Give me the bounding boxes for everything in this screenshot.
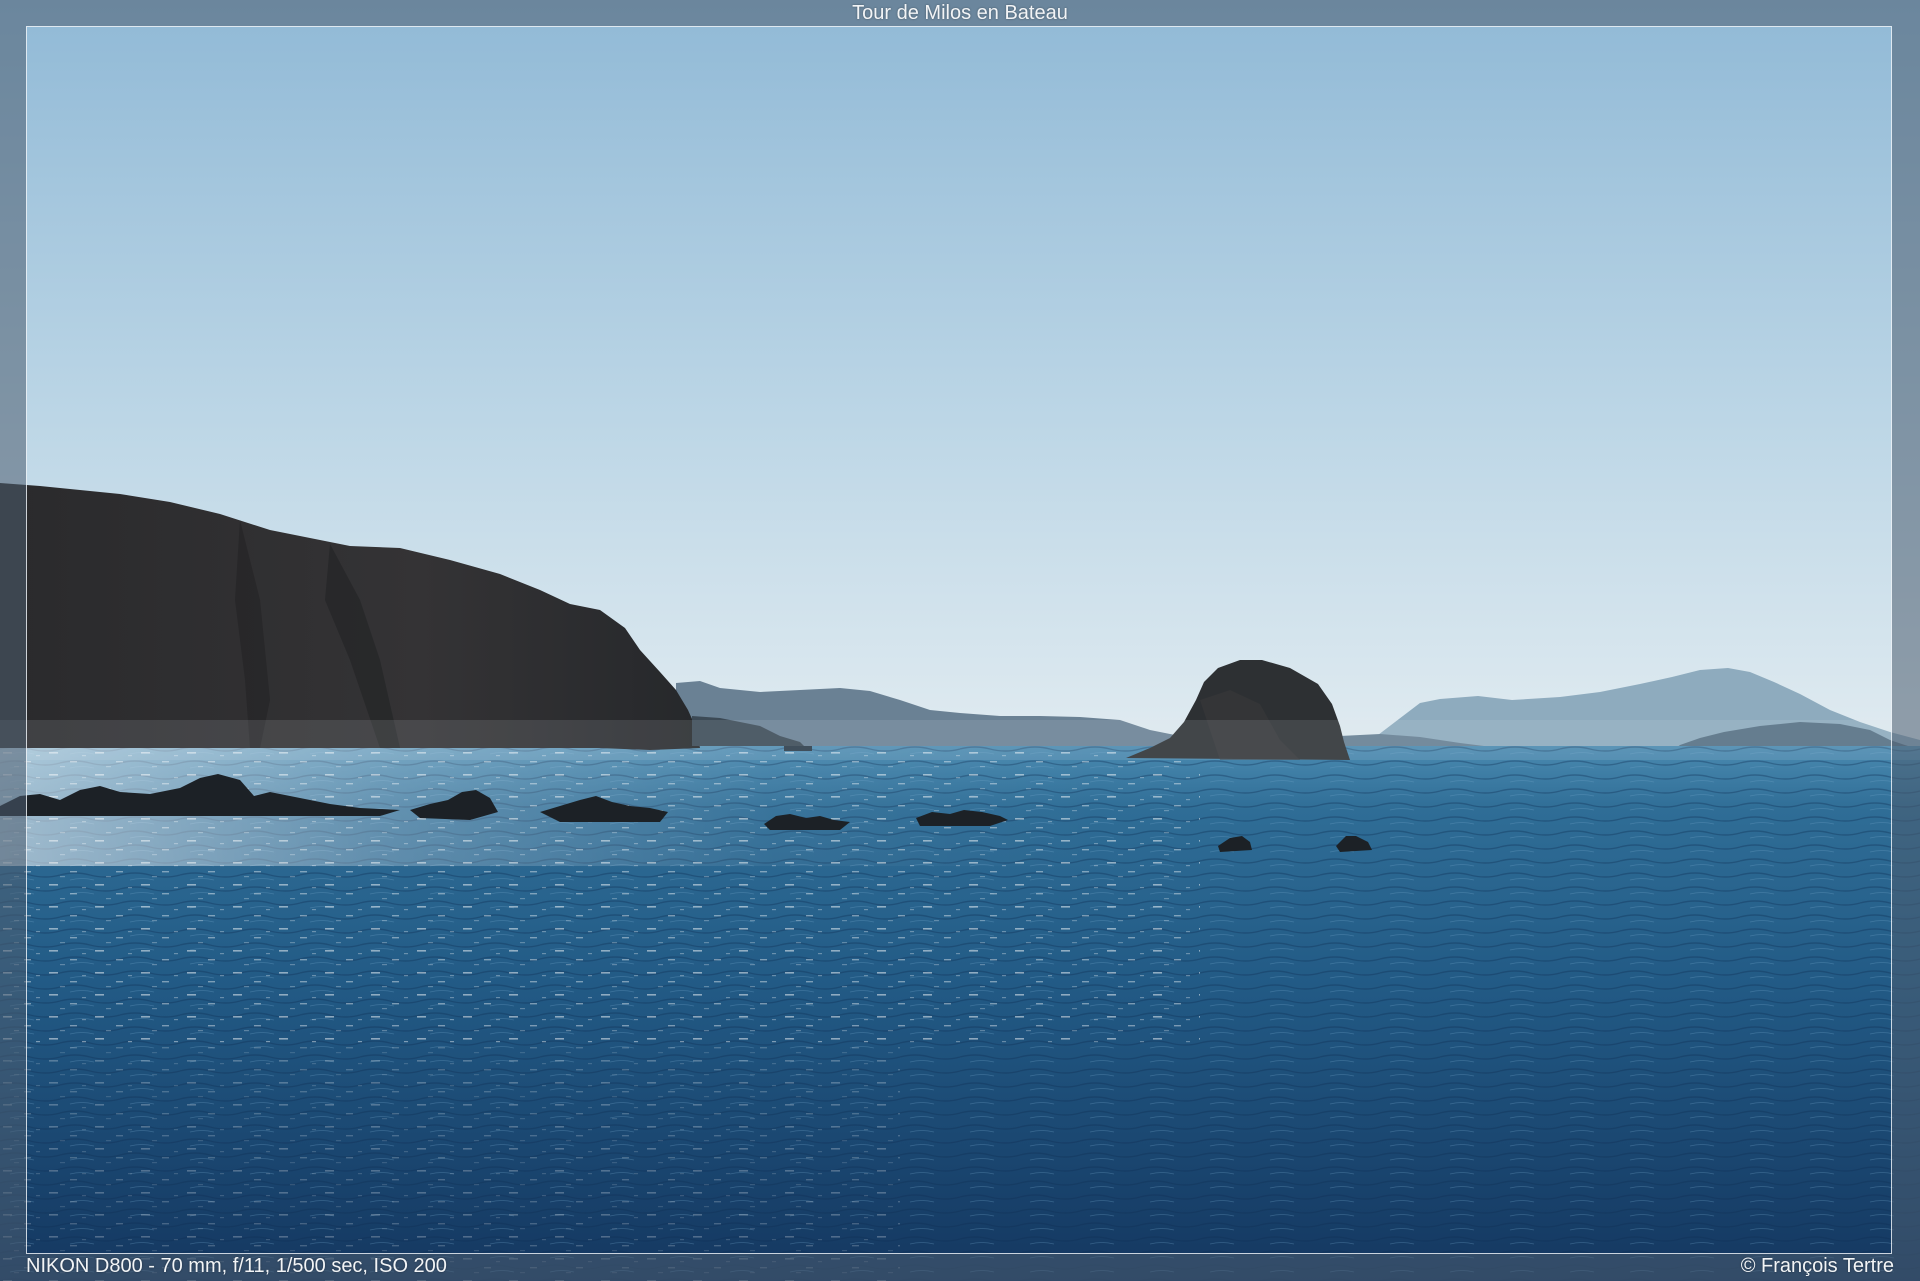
copyright-notice: © François Tertre	[1740, 1255, 1894, 1277]
exif-info: NIKON D800 - 70 mm, f/11, 1/500 sec, ISO…	[26, 1255, 447, 1277]
photo-title: Tour de Milos en Bateau	[852, 2, 1068, 24]
photo-viewer: Tour de Milos en Bateau NIKON D800 - 70 …	[0, 0, 1920, 1281]
seascape-photo	[0, 0, 1920, 1281]
